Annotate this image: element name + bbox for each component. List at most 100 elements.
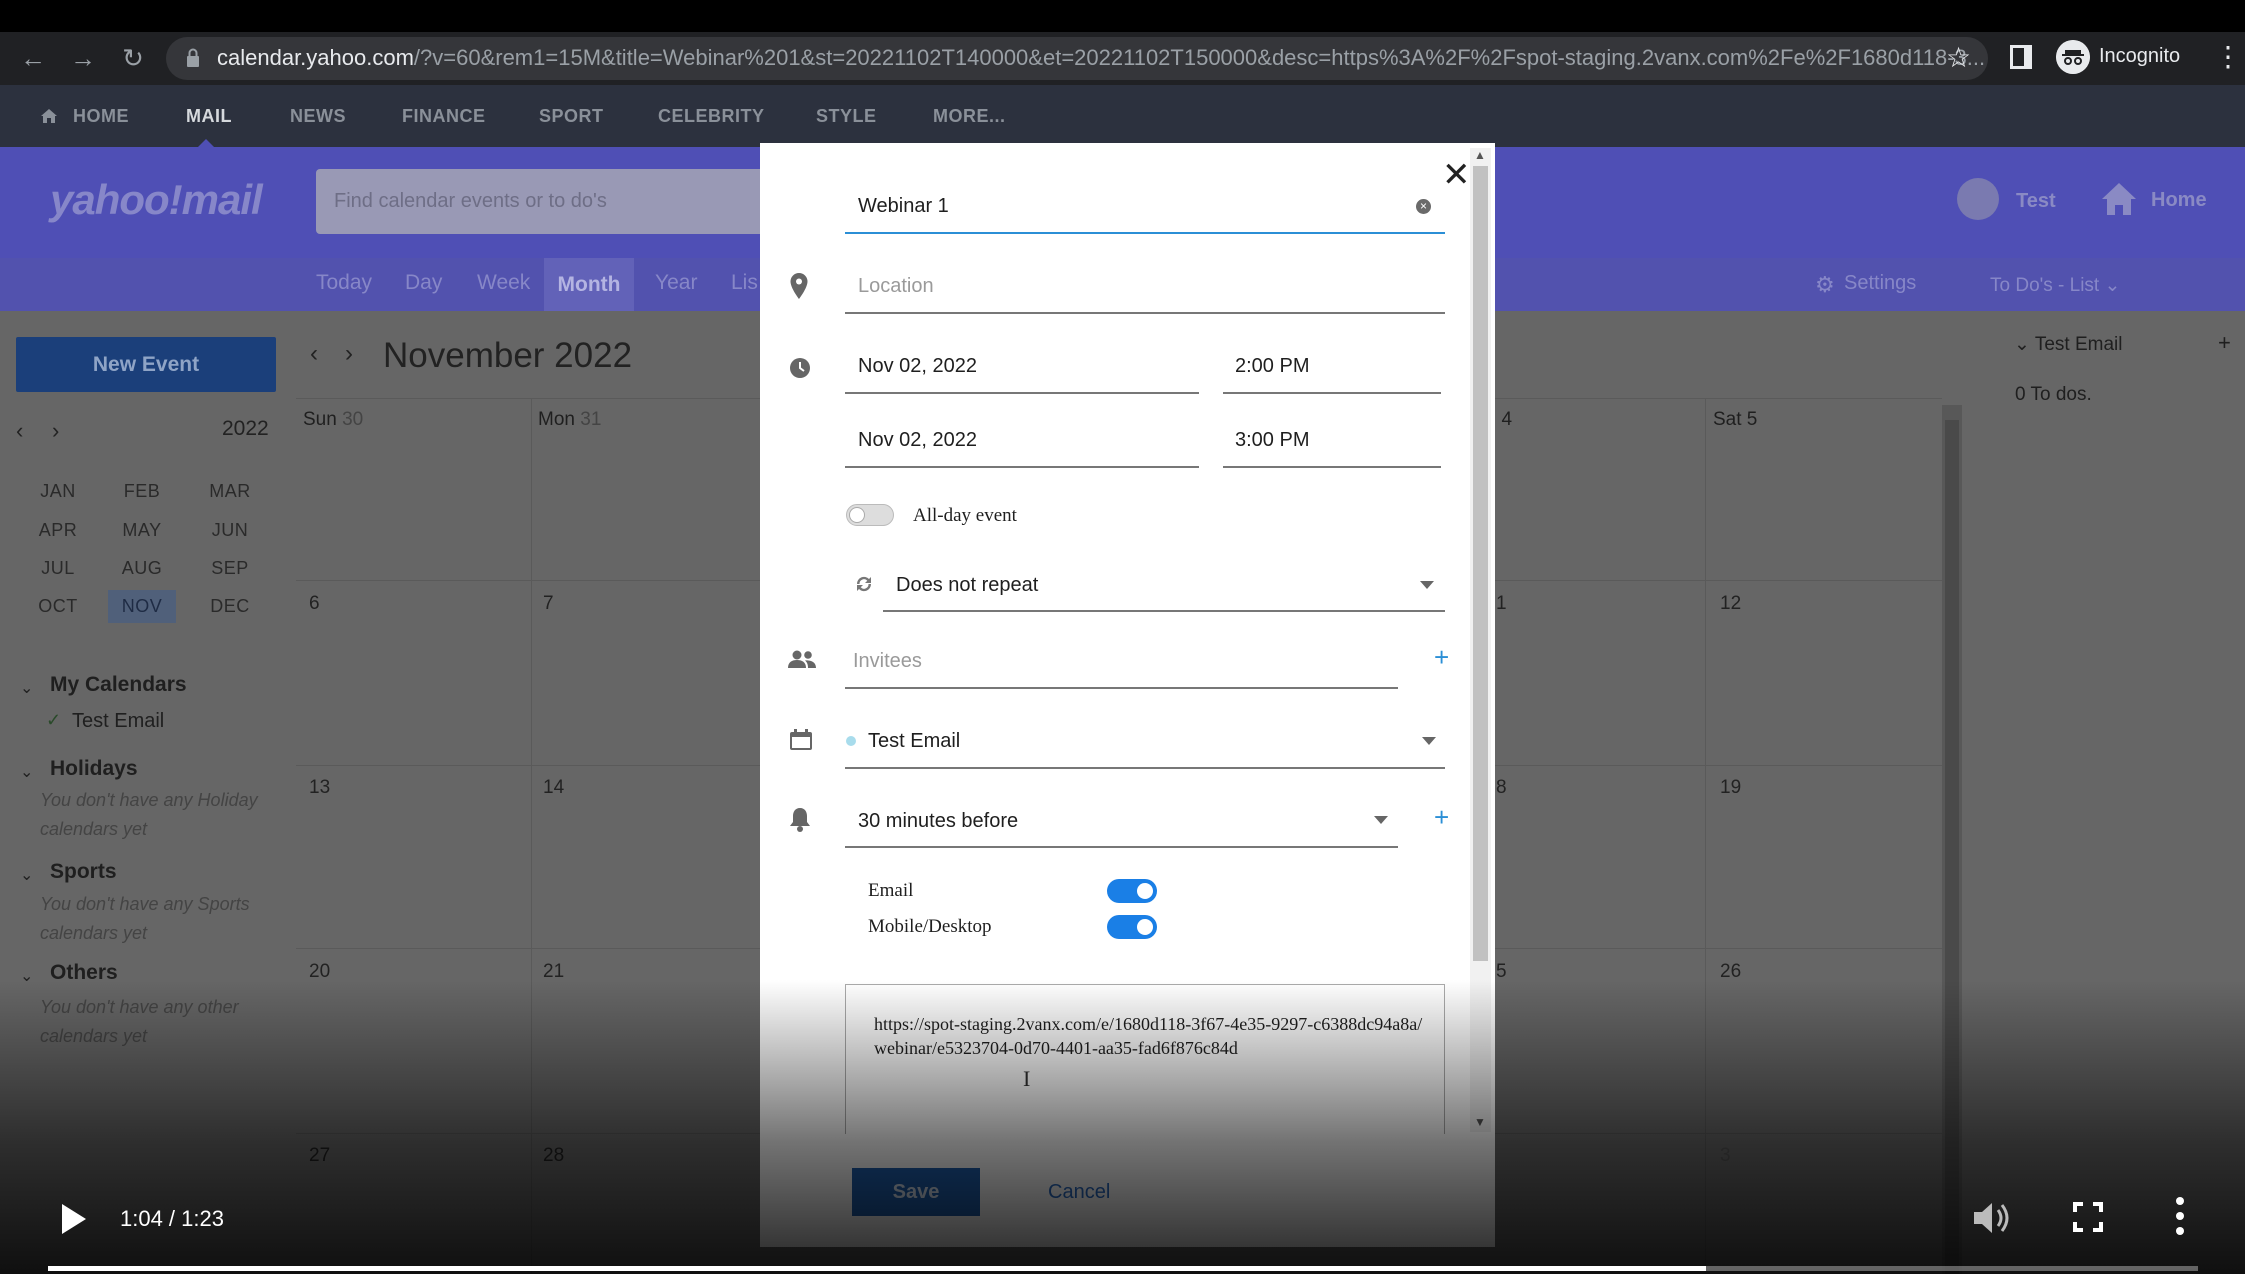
nav-more[interactable]: MORE... [933, 106, 1006, 127]
month-sep[interactable]: SEP [196, 552, 264, 585]
chevron-down-icon[interactable] [1374, 816, 1388, 824]
month-jul[interactable]: JUL [24, 552, 92, 585]
scroll-down-icon[interactable]: ▼ [1474, 1115, 1486, 1129]
prev-year-icon[interactable]: ‹ [16, 418, 23, 444]
prev-month-icon[interactable]: ‹ [310, 340, 318, 368]
day-cell[interactable]: 26 [1720, 961, 1741, 983]
todo-heading[interactable]: ⌄ Test Email [2014, 333, 2123, 356]
chevron-down-icon[interactable]: ⌄ [20, 762, 33, 782]
close-icon[interactable]: ✕ [1442, 158, 1471, 192]
forward-icon[interactable]: → [68, 43, 98, 73]
clear-icon[interactable]: × [1416, 199, 1431, 214]
nav-style[interactable]: STYLE [816, 106, 877, 127]
nav-home[interactable]: HOME [73, 106, 129, 127]
calendar-select[interactable]: Test Email [868, 730, 960, 753]
volume-icon[interactable] [1972, 1200, 2012, 1236]
play-icon[interactable] [62, 1204, 86, 1234]
next-month-icon[interactable]: › [345, 340, 353, 368]
back-icon[interactable]: ← [18, 43, 48, 73]
end-time-input[interactable]: 3:00 PM [1235, 429, 1309, 452]
chevron-down-icon[interactable] [1422, 737, 1436, 745]
reminder-select[interactable]: 30 minutes before [858, 810, 1018, 833]
chevron-down-icon[interactable]: ⌄ [20, 865, 33, 885]
month-jun[interactable]: JUN [196, 514, 264, 547]
day-cell[interactable]: 8 [1496, 777, 1507, 799]
month-feb[interactable]: FEB [108, 475, 176, 508]
mobile-desktop-toggle[interactable] [1107, 915, 1157, 939]
location-input[interactable]: Location [858, 275, 934, 298]
fullscreen-icon[interactable] [2073, 1202, 2103, 1232]
day-cell[interactable]: 5 [1496, 961, 1507, 983]
save-button[interactable]: Save [852, 1168, 980, 1216]
side-panel-icon[interactable] [2010, 45, 2032, 69]
event-title-input[interactable]: Webinar 1 [858, 195, 949, 218]
home-link[interactable]: Home [2151, 189, 2207, 212]
description-text[interactable]: https://spot-staging.2vanx.com/e/1680d11… [874, 1012, 1434, 1060]
day-cell[interactable]: 12 [1720, 593, 1741, 615]
add-reminder-icon[interactable]: + [1434, 802, 1449, 833]
tab-list[interactable]: Lis [731, 271, 758, 295]
url-text[interactable]: calendar.yahoo.com/?v=60&rem1=15M&title=… [217, 45, 1985, 71]
start-time-input[interactable]: 2:00 PM [1235, 355, 1309, 378]
gear-icon[interactable]: ⚙ [1815, 272, 1835, 298]
home-icon[interactable] [2100, 180, 2138, 218]
day-cell[interactable]: 19 [1720, 777, 1741, 799]
nav-sport[interactable]: SPORT [539, 106, 604, 127]
chevron-down-icon[interactable] [1420, 581, 1434, 589]
holidays-heading[interactable]: Holidays [50, 757, 138, 781]
others-heading[interactable]: Others [50, 961, 118, 985]
scroll-up-icon[interactable]: ▲ [1474, 148, 1486, 162]
tab-today[interactable]: Today [316, 271, 372, 295]
chevron-down-icon[interactable]: ⌄ [20, 678, 33, 698]
month-jan[interactable]: JAN [24, 475, 92, 508]
new-event-button[interactable]: New Event [16, 337, 276, 392]
todo-list-dropdown[interactable]: To Do's - List ⌄ [1990, 274, 2120, 297]
day-cell[interactable]: 27 [309, 1145, 330, 1167]
video-progress-fill[interactable] [48, 1266, 1706, 1271]
day-cell[interactable]: 21 [543, 961, 564, 983]
browser-menu-icon[interactable]: ⋮ [2214, 40, 2242, 74]
day-cell[interactable]: 7 [543, 593, 554, 615]
start-date-input[interactable]: Nov 02, 2022 [858, 355, 977, 378]
my-calendars-heading[interactable]: My Calendars [50, 673, 187, 697]
reload-icon[interactable]: ↻ [118, 43, 148, 73]
chevron-down-icon[interactable]: ⌄ [20, 966, 33, 986]
tab-week[interactable]: Week [477, 271, 530, 295]
calendar-test-email[interactable]: Test Email [72, 710, 164, 733]
add-todo-icon[interactable]: + [2218, 330, 2231, 356]
invitees-input[interactable]: Invitees [853, 650, 922, 673]
month-nov[interactable]: NOV [108, 590, 176, 623]
day-cell[interactable]: 1 [1496, 593, 1507, 615]
video-menu-icon[interactable] [2175, 1196, 2185, 1236]
day-cell[interactable]: 14 [543, 777, 564, 799]
check-icon[interactable]: ✓ [46, 710, 61, 731]
repeat-select[interactable]: Does not repeat [896, 574, 1038, 597]
nav-celebrity[interactable]: CELEBRITY [658, 106, 765, 127]
avatar[interactable] [1957, 178, 1999, 220]
sports-heading[interactable]: Sports [50, 860, 117, 884]
day-cell[interactable]: 20 [309, 961, 330, 983]
incognito-icon[interactable] [2056, 40, 2090, 74]
month-mar[interactable]: MAR [196, 475, 264, 508]
bookmark-star-icon[interactable]: ☆ [1946, 41, 1971, 74]
tab-day[interactable]: Day [405, 271, 442, 295]
tab-month[interactable]: Month [544, 258, 634, 311]
next-year-icon[interactable]: › [52, 418, 59, 444]
email-toggle[interactable] [1107, 879, 1157, 903]
end-date-input[interactable]: Nov 02, 2022 [858, 429, 977, 452]
month-oct[interactable]: OCT [24, 590, 92, 623]
month-dec[interactable]: DEC [196, 590, 264, 623]
modal-scroll-thumb[interactable] [1473, 166, 1488, 961]
user-name[interactable]: Test [2016, 190, 2056, 213]
tab-year[interactable]: Year [655, 271, 697, 295]
day-cell[interactable]: 3 [1720, 1145, 1731, 1167]
day-cell[interactable]: 28 [543, 1145, 564, 1167]
settings-link[interactable]: Settings [1844, 272, 1916, 295]
add-invitee-icon[interactable]: + [1434, 642, 1449, 673]
month-apr[interactable]: APR [24, 514, 92, 547]
profile-label[interactable]: Incognito [2099, 45, 2180, 68]
nav-finance[interactable]: FINANCE [402, 106, 486, 127]
month-may[interactable]: MAY [108, 514, 176, 547]
calendar-scroll-thumb[interactable] [1945, 420, 1959, 1274]
nav-news[interactable]: NEWS [290, 106, 346, 127]
